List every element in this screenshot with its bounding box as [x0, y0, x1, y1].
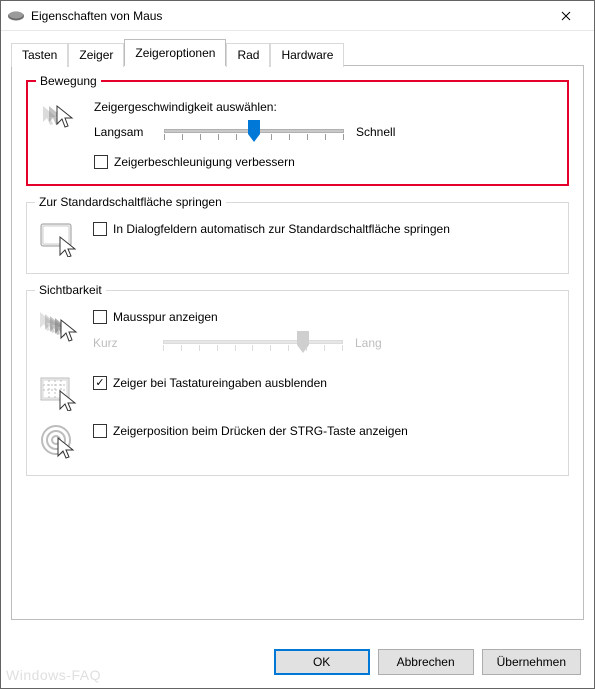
- pointer-speed-icon: [40, 100, 80, 138]
- tabpanel-zeigeroptionen: Bewegung Zeigergeschwindigkeit auswählen…: [11, 65, 584, 620]
- cancel-button[interactable]: Abbrechen: [378, 649, 474, 675]
- group-title-visibility: Sichtbarkeit: [35, 283, 106, 297]
- tab-rad[interactable]: Rad: [226, 43, 270, 67]
- snap-to-label: In Dialogfeldern automatisch zur Standar…: [113, 221, 450, 237]
- ctrl-locate-icon: [39, 423, 79, 461]
- snap-to-checkbox[interactable]: [93, 222, 107, 236]
- watermark: Windows-FAQ: [6, 667, 101, 683]
- enhance-precision-checkbox[interactable]: [94, 155, 108, 169]
- close-button[interactable]: [544, 2, 588, 30]
- pointer-speed-slider[interactable]: [164, 120, 344, 144]
- hide-typing-checkbox[interactable]: [93, 376, 107, 390]
- apply-button[interactable]: Übernehmen: [482, 649, 581, 675]
- speed-slow-label: Langsam: [94, 125, 152, 139]
- trails-slider: [163, 331, 343, 355]
- pointer-trails-icon: [39, 309, 79, 347]
- tab-hardware[interactable]: Hardware: [270, 43, 344, 67]
- hide-typing-icon: [39, 375, 79, 413]
- group-bewegung: Bewegung Zeigergeschwindigkeit auswählen…: [26, 80, 569, 186]
- trails-checkbox[interactable]: [93, 310, 107, 324]
- group-standardschaltflaeche: Zur Standardschaltfläche springen In Dia…: [26, 202, 569, 274]
- ctrl-locate-checkbox[interactable]: [93, 424, 107, 438]
- group-title-snap: Zur Standardschaltfläche springen: [35, 195, 226, 209]
- titlebar: Eigenschaften von Maus: [1, 1, 594, 31]
- tab-tasten[interactable]: Tasten: [11, 43, 68, 67]
- dialog-button-bar: OK Abbrechen Übernehmen: [274, 649, 581, 675]
- trails-short-label: Kurz: [93, 336, 151, 350]
- tab-zeiger[interactable]: Zeiger: [68, 43, 124, 67]
- ctrl-locate-label: Zeigerposition beim Drücken der STRG-Tas…: [113, 423, 408, 439]
- client-area: Tasten Zeiger Zeigeroptionen Rad Hardwar…: [1, 31, 594, 620]
- enhance-precision-label: Zeigerbeschleunigung verbessern: [114, 154, 295, 170]
- hide-typing-label: Zeiger bei Tastatureingaben ausblenden: [113, 375, 327, 391]
- mouse-properties-dialog: Eigenschaften von Maus Tasten Zeiger Zei…: [0, 0, 595, 689]
- window-title: Eigenschaften von Maus: [31, 9, 544, 23]
- tabstrip: Tasten Zeiger Zeigeroptionen Rad Hardwar…: [11, 39, 584, 66]
- trails-long-label: Lang: [355, 336, 413, 350]
- mouse-icon: [7, 9, 25, 23]
- tab-zeigeroptionen[interactable]: Zeigeroptionen: [124, 39, 226, 66]
- group-title-bewegung: Bewegung: [36, 74, 101, 88]
- speed-fast-label: Schnell: [356, 125, 414, 139]
- trails-label: Mausspur anzeigen: [113, 309, 218, 325]
- group-sichtbarkeit: Sichtbarkeit: [26, 290, 569, 476]
- pointer-speed-label: Zeigergeschwindigkeit auswählen:: [94, 100, 555, 114]
- snap-to-icon: [39, 221, 79, 259]
- ok-button[interactable]: OK: [274, 649, 370, 675]
